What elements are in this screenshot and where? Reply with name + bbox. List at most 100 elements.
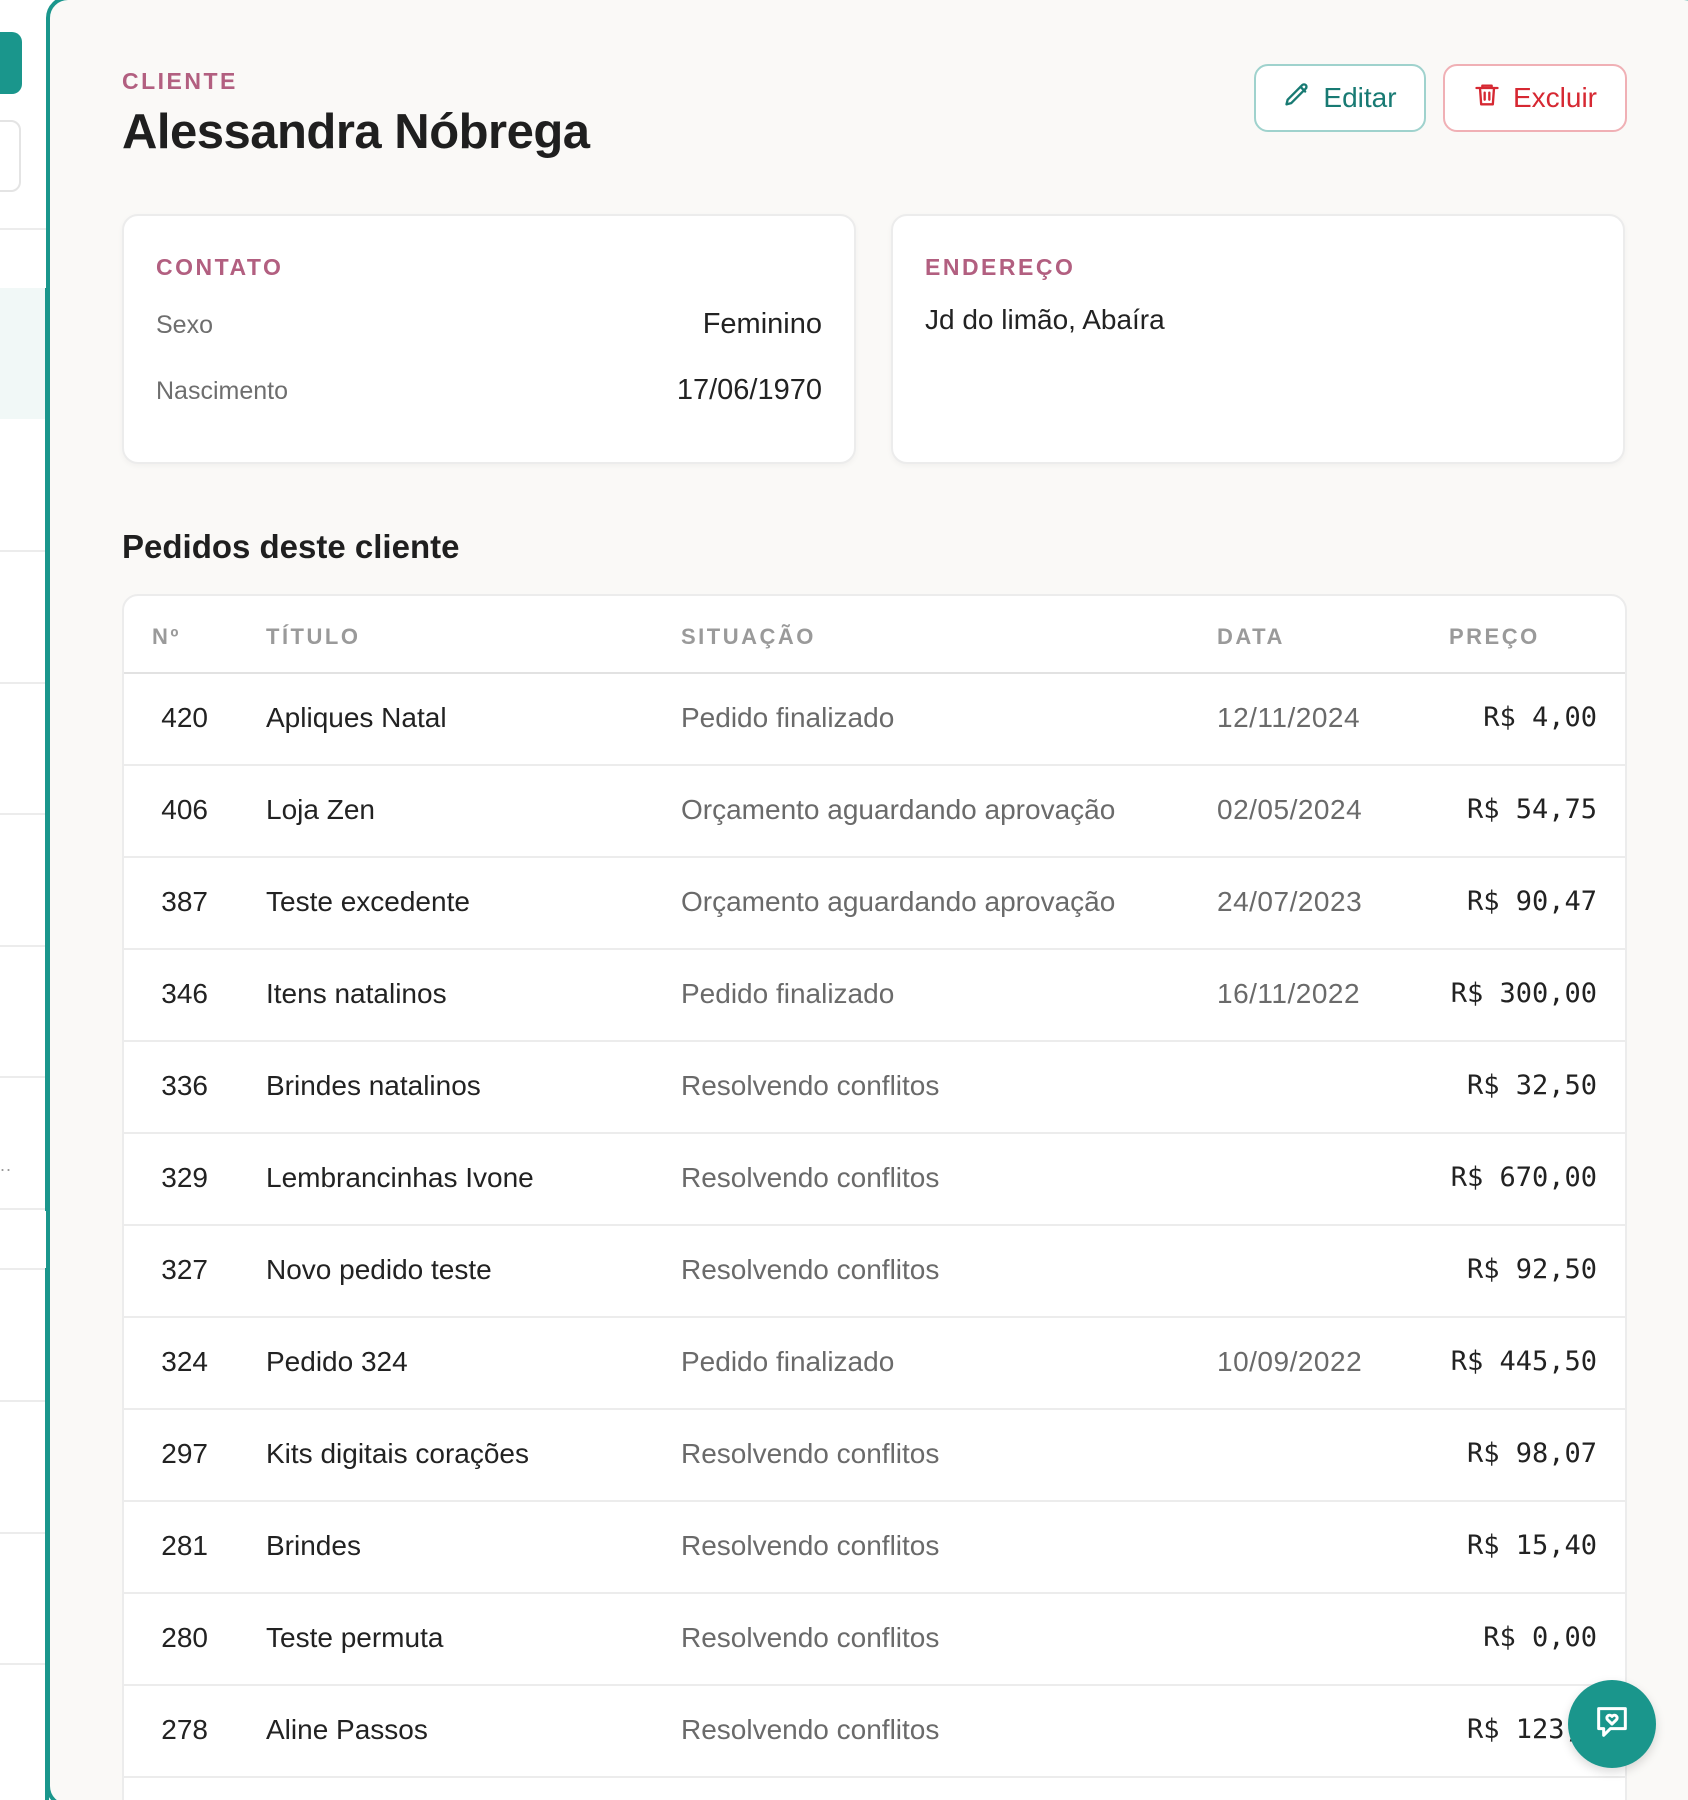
table-row[interactable]: 346 Itens natalinos Pedido finalizado 16… [124, 950, 1625, 1042]
order-price: R$ 32,50 [1466, 1070, 1597, 1101]
sidebar-divider [0, 228, 50, 230]
order-price: R$ 92,50 [1466, 1254, 1597, 1285]
table-row[interactable]: 387 Teste excedente Orçamento aguardando… [124, 858, 1625, 950]
order-status: Resolvendo conflitos [681, 1254, 940, 1285]
sidebar-truncated-text: .. [0, 1155, 13, 1175]
order-title: Apliques Natal [266, 702, 447, 733]
sidebar-item-active[interactable] [0, 288, 48, 419]
column-header-date[interactable]: DATA [1217, 624, 1285, 650]
order-number: 278 [161, 1714, 208, 1745]
order-number: 336 [161, 1070, 208, 1101]
sidebar-divider [0, 945, 50, 947]
contact-card: CONTATO Sexo Feminino Nascimento 17/06/1… [122, 214, 856, 464]
order-price: R$ 670,00 [1450, 1162, 1597, 1193]
order-number: 327 [161, 1254, 208, 1285]
column-header-price[interactable]: PREÇO [1449, 624, 1540, 650]
edit-button[interactable]: Editar [1254, 64, 1426, 132]
sidebar-divider [0, 550, 50, 552]
contact-eyebrow: CONTATO [156, 254, 284, 280]
order-date: 24/07/2023 [1217, 886, 1363, 917]
order-price: R$ 15,40 [1466, 1530, 1597, 1561]
order-number: 280 [161, 1622, 208, 1653]
table-row[interactable]: 324 Pedido 324 Pedido finalizado 10/09/2… [124, 1318, 1625, 1410]
order-title: Novo pedido teste [266, 1254, 492, 1285]
table-row[interactable]: 336 Brindes natalinos Resolvendo conflit… [124, 1042, 1625, 1134]
sidebar-primary-button[interactable] [0, 32, 22, 94]
sidebar-divider [0, 682, 50, 684]
sidebar-divider [0, 1076, 50, 1078]
order-status: Pedido finalizado [681, 978, 895, 1009]
order-status: Resolvendo conflitos [681, 1714, 940, 1745]
client-detail-panel: CLIENTE Alessandra Nóbrega Editar Exclui… [46, 0, 1688, 1800]
order-number: 324 [161, 1346, 208, 1377]
order-number: 297 [161, 1438, 208, 1469]
order-status: Orçamento aguardando aprovação [681, 886, 1116, 917]
order-number: 346 [161, 978, 208, 1009]
order-date: 02/05/2024 [1217, 794, 1363, 825]
edit-button-label: Editar [1323, 82, 1397, 113]
order-status: Resolvendo conflitos [681, 1162, 940, 1193]
order-status: Resolvendo conflitos [681, 1070, 940, 1101]
order-number: 406 [161, 794, 208, 825]
table-row[interactable]: 280 Teste permuta Resolvendo conflitos R… [124, 1594, 1625, 1686]
field-value-birth: 17/06/1970 [676, 374, 822, 406]
order-status: Pedido finalizado [681, 702, 895, 733]
column-header-title[interactable]: TÍTULO [266, 624, 360, 650]
order-price: R$ 4,00 [1483, 702, 1597, 733]
order-number: 281 [161, 1530, 208, 1561]
order-number: 387 [161, 886, 208, 917]
sidebar-divider [0, 1532, 50, 1534]
order-status: Pedido finalizado [681, 1346, 895, 1377]
contact-field-row: Nascimento 17/06/1970 [156, 374, 822, 407]
order-title: Brindes natalinos [266, 1070, 481, 1101]
order-title: Pedido 324 [266, 1346, 408, 1377]
delete-button[interactable]: Excluir [1443, 64, 1627, 132]
sidebar-search-input[interactable] [0, 120, 21, 192]
column-header-status[interactable]: SITUAÇÃO [681, 624, 816, 650]
table-row[interactable]: 327 Novo pedido teste Resolvendo conflit… [124, 1226, 1625, 1318]
order-title: Itens natalinos [266, 978, 447, 1009]
field-label-birth: Nascimento [156, 377, 288, 405]
sidebar-divider [0, 1268, 50, 1270]
sidebar-divider [0, 1208, 50, 1210]
table-row[interactable]: 297 Kits digitais corações Resolvendo co… [124, 1410, 1625, 1502]
page-title: Alessandra Nóbrega [122, 105, 590, 159]
order-price: R$ 54,75 [1466, 794, 1597, 825]
table-header: Nº TÍTULO SITUAÇÃO DATA PREÇO [124, 596, 1625, 674]
order-title: Teste permuta [266, 1622, 444, 1653]
table-body: 420 Apliques Natal Pedido finalizado 12/… [124, 674, 1625, 1778]
field-label-sex: Sexo [156, 311, 213, 339]
column-header-number[interactable]: Nº [152, 624, 181, 650]
order-price: R$ 98,07 [1466, 1438, 1597, 1469]
sidebar-divider [0, 813, 50, 815]
order-status: Resolvendo conflitos [681, 1438, 940, 1469]
order-date: 16/11/2022 [1217, 978, 1361, 1009]
order-title: Brindes [266, 1530, 361, 1561]
table-row[interactable]: 329 Lembrancinhas Ivone Resolvendo confl… [124, 1134, 1625, 1226]
order-title: Kits digitais corações [266, 1438, 530, 1469]
order-status: Resolvendo conflitos [681, 1530, 940, 1561]
order-title: Lembrancinhas Ivone [266, 1162, 534, 1193]
order-price: R$ 90,47 [1466, 886, 1597, 917]
sidebar-divider [0, 1663, 50, 1665]
table-row[interactable]: 278 Aline Passos Resolvendo conflitos R$… [124, 1686, 1625, 1778]
feedback-fab-button[interactable] [1568, 1680, 1656, 1768]
order-title: Aline Passos [266, 1714, 428, 1745]
order-number: 329 [161, 1162, 208, 1193]
order-price: R$ 445,50 [1450, 1346, 1597, 1377]
orders-section-title: Pedidos deste cliente [122, 528, 460, 565]
table-row[interactable]: 281 Brindes Resolvendo conflitos R$ 15,4… [124, 1502, 1625, 1594]
contact-field-row: Sexo Feminino [156, 308, 822, 341]
order-price: R$ 0,00 [1483, 1622, 1597, 1653]
chat-heart-icon [1592, 1702, 1632, 1747]
client-eyebrow: CLIENTE [122, 68, 238, 94]
address-eyebrow: ENDEREÇO [925, 254, 1076, 280]
pencil-icon [1283, 81, 1311, 116]
sidebar-divider [0, 1400, 50, 1402]
address-text: Jd do limão, Abaíra [925, 304, 1165, 335]
order-status: Orçamento aguardando aprovação [681, 794, 1116, 825]
orders-table: Nº TÍTULO SITUAÇÃO DATA PREÇO 420 Apliqu… [122, 594, 1627, 1800]
table-row[interactable]: 420 Apliques Natal Pedido finalizado 12/… [124, 674, 1625, 766]
sidebar: .. [0, 0, 50, 1800]
table-row[interactable]: 406 Loja Zen Orçamento aguardando aprova… [124, 766, 1625, 858]
